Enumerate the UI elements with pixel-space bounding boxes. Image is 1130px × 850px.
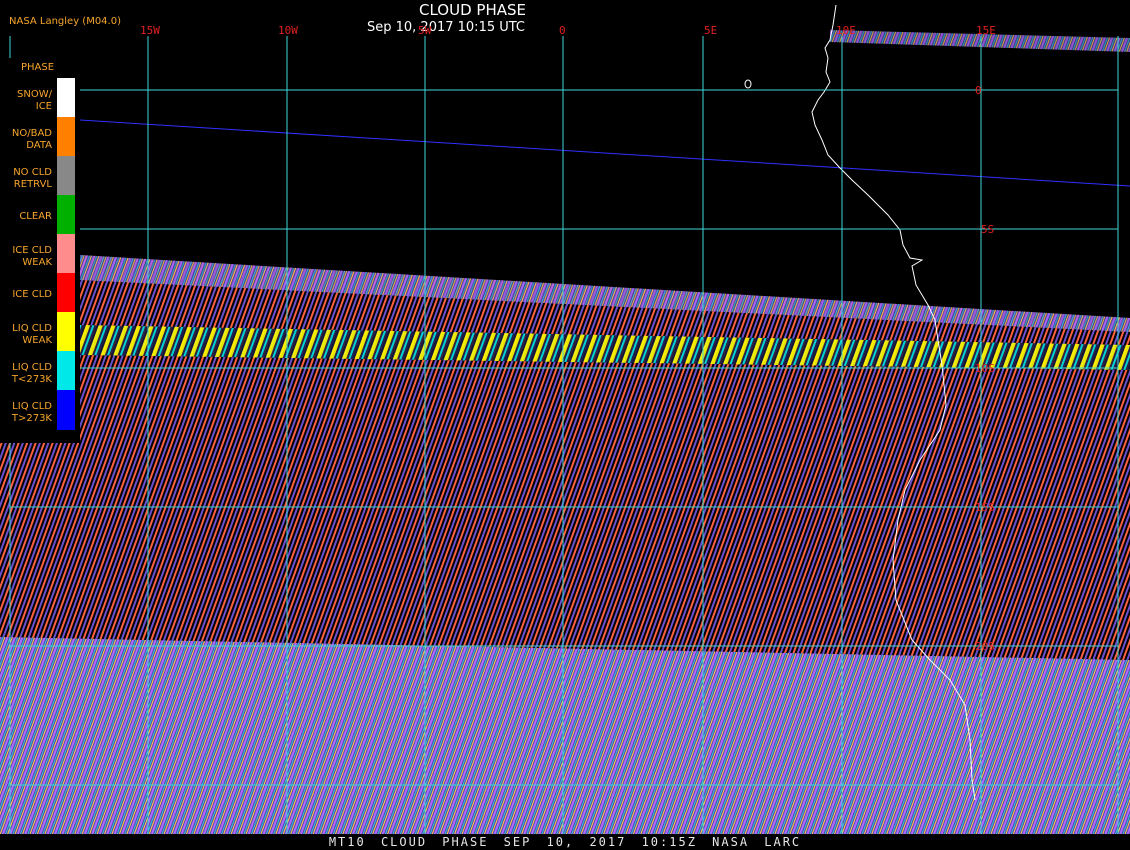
legend-swatch-no-cld-retrvl	[57, 156, 75, 195]
lon-label-5w: 5W	[418, 24, 432, 37]
legend-swatch-liq-cld-cold	[57, 351, 75, 390]
southern-swath	[0, 637, 1130, 835]
map-title: CLOUD PHASE	[419, 1, 526, 19]
legend-label-no-bad-data: NO/BAD DATA	[11, 128, 52, 151]
island	[744, 79, 752, 89]
legend-swatch-ice-cld-weak	[57, 234, 75, 273]
cloud-phase-map	[0, 4, 1130, 835]
footer-text: MT10 CLOUD PHASE SEP 10, 2017 10:15Z NAS…	[328, 835, 802, 849]
legend-swatch-clear	[57, 195, 75, 234]
lat-label-20s: 20S	[975, 640, 995, 653]
legend-label-liq-cld-warm: LIQ CLD T>273K	[11, 401, 52, 424]
orbit-track-line	[79, 119, 1130, 187]
legend-label-liq-cld-cold: LIQ CLD T<273K	[11, 362, 52, 385]
lat-label-0: 0	[975, 84, 982, 97]
legend-label-ice-cld-weak: ICE CLD WEAK	[12, 245, 52, 268]
legend-swatch-no-bad-data	[57, 117, 75, 156]
legend-swatch-ice-cld	[57, 273, 75, 312]
lon-label-0: 0	[559, 24, 566, 37]
legend-swatch-liq-cld-weak	[57, 312, 75, 351]
lat-label-10s: 10S	[975, 362, 995, 375]
legend-swatch-liq-cld-warm	[57, 390, 75, 430]
lon-label-10e: 10E	[836, 24, 856, 37]
lat-label-5s: 5S	[981, 223, 995, 236]
legend-label-clear: CLEAR	[19, 211, 52, 222]
lon-label-10w: 10W	[278, 24, 298, 37]
legend-swatch-snow-ice	[57, 78, 75, 117]
footer-bar: MT10 CLOUD PHASE SEP 10, 2017 10:15Z NAS…	[0, 834, 1130, 850]
phase-legend: PHASE SNOW/ ICE NO/BAD DATA NO CLD RETRV…	[0, 58, 80, 443]
lon-label-5e: 5E	[704, 24, 718, 37]
legend-label-liq-cld-weak: LIQ CLD WEAK	[12, 323, 52, 346]
lat-label-15s: 15S	[975, 501, 995, 514]
legend-label-no-cld-retrvl: NO CLD RETRVL	[13, 167, 52, 190]
map-timestamp: Sep 10, 2017 10:15 UTC	[366, 20, 526, 35]
lon-label-15e: 15E	[976, 24, 996, 37]
lon-label-15w: 15W	[140, 24, 160, 37]
legend-label-snow-ice: SNOW/ ICE	[17, 89, 52, 112]
legend-title: PHASE	[21, 62, 55, 73]
legend-label-ice-cld: ICE CLD	[12, 289, 52, 300]
